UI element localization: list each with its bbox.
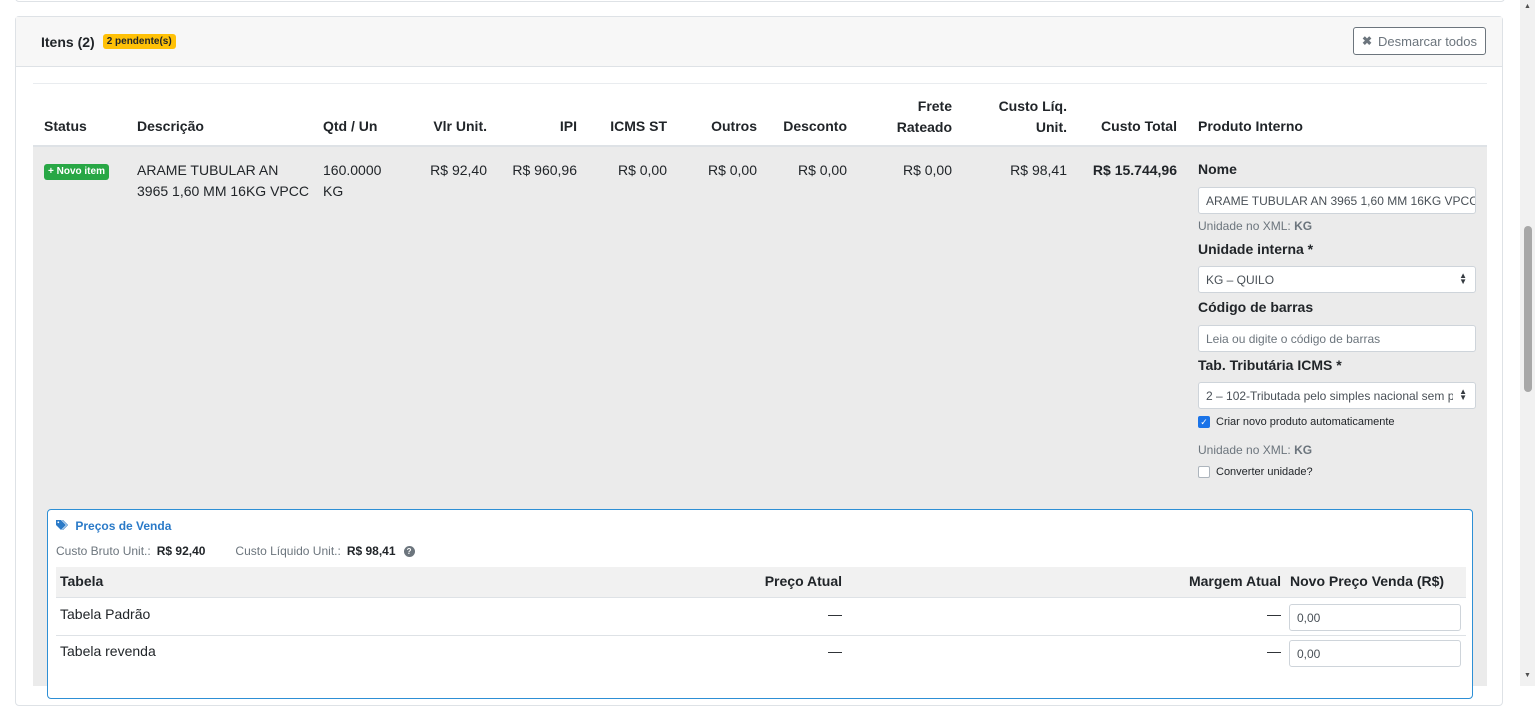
nome-label: Nome <box>1198 161 1237 177</box>
precos-title: Preços de Venda <box>56 519 171 533</box>
table-row: Tabela Padrão — — 0,00 <box>56 599 1466 636</box>
tab-tributaria-value: 2 – 102-Tributada pelo simples nacional … <box>1206 388 1453 403</box>
col-status: Status <box>44 118 87 134</box>
item-qty: 160.0000 <box>323 162 382 178</box>
nome-input[interactable]: ARAME TUBULAR AN 3965 1,60 MM 16KG VPCC <box>1198 187 1476 214</box>
item-outros: R$ 0,00 <box>707 162 757 178</box>
item-description: ARAME TUBULAR AN 3965 1,60 MM 16KG VPCC <box>137 160 309 202</box>
col-frete-line2: Rateado <box>896 119 952 135</box>
items-card-header: Itens (2) 2 pendente(s) ✖ Desmarcar todo… <box>16 17 1502 67</box>
checkbox-box <box>1198 466 1210 478</box>
unmark-all-button[interactable]: ✖ Desmarcar todos <box>1352 27 1486 55</box>
tab-tributaria-label: Tab. Tributária ICMS * <box>1198 357 1342 373</box>
custo-liquido-value: R$ 98,41 <box>346 544 396 558</box>
novo-preco-input[interactable]: 0,00 <box>1289 640 1461 667</box>
col-custo-liq-unit: Custo Líq. Unit. <box>970 96 1067 138</box>
unidade-xml-value: KG <box>1294 219 1313 233</box>
preco-atual: — <box>828 606 842 622</box>
col-outros: Outros <box>711 118 757 134</box>
col-preco-atual: Preço Atual <box>764 573 842 589</box>
item-frete-rateado: R$ 0,00 <box>902 162 952 178</box>
col-desconto: Desconto <box>783 118 847 134</box>
item-unit: KG <box>323 183 344 199</box>
unidade-interna-value: KG – QUILO <box>1206 272 1275 287</box>
section-divider <box>33 83 1487 84</box>
unidade-xml-label-2: Unidade no XML: <box>1198 443 1291 457</box>
unidade-xml-label: Unidade no XML: <box>1198 219 1291 233</box>
converter-label: Converter unidade? <box>1216 466 1313 478</box>
item-desconto: R$ 0,00 <box>797 162 847 178</box>
scroll-down-icon[interactable]: ▼ <box>1524 672 1531 679</box>
tags-icon <box>56 519 71 533</box>
tab-tributaria-select[interactable]: 2 – 102-Tributada pelo simples nacional … <box>1198 382 1476 409</box>
pending-badge: 2 pendente(s) <box>102 34 176 49</box>
tabela-name: Tabela revenda <box>60 643 156 659</box>
unidade-xml-hint: Unidade no XML: KG <box>1198 219 1312 233</box>
col-frete-rateado: Frete Rateado <box>860 96 952 138</box>
precos-table-header: Tabela Preço Atual Margem Atual Novo Pre… <box>56 567 1466 598</box>
col-custo-liq-line1: Custo Líq. <box>998 98 1067 114</box>
col-frete-line1: Frete <box>917 98 952 114</box>
converter-unidade-checkbox[interactable]: Converter unidade? <box>1198 466 1313 478</box>
check-icon: ✓ <box>1198 416 1210 428</box>
col-novo-preco: Novo Preço Venda (R$) <box>1290 573 1445 589</box>
unidade-interna-select[interactable]: KG – QUILO ▲ ▼ <box>1198 266 1476 293</box>
item-custo-total: R$ 15.744,96 <box>1092 162 1177 178</box>
col-descricao: Descrição <box>137 118 204 134</box>
precos-card: Preços de Venda Custo Bruto Unit.: R$ 92… <box>47 509 1473 699</box>
unidade-xml-value-2: KG <box>1294 443 1313 457</box>
unidade-interna-label: Unidade interna * <box>1198 241 1314 257</box>
preco-atual: — <box>828 643 842 659</box>
new-item-badge: + Novo item <box>44 164 109 180</box>
col-icms-st: ICMS ST <box>610 118 667 134</box>
margem-atual: — <box>1267 643 1281 659</box>
item-qty-unit: 160.0000 KG <box>323 160 381 202</box>
item-description-line1: ARAME TUBULAR AN <box>137 162 279 178</box>
col-produto-interno: Produto Interno <box>1198 118 1303 134</box>
scroll-up-icon[interactable]: ▲ <box>1524 3 1531 10</box>
item-ipi: R$ 960,96 <box>512 162 577 178</box>
table-row: Tabela revenda — — 0,00 <box>56 636 1466 673</box>
margem-atual: — <box>1267 606 1281 622</box>
criar-novo-label: Criar novo produto automaticamente <box>1216 416 1395 428</box>
col-qtd-un: Qtd / Un <box>323 118 378 134</box>
codigo-barras-input[interactable]: Leia ou digite o código de barras <box>1198 325 1476 352</box>
custo-bruto-label: Custo Bruto Unit.: <box>56 544 151 558</box>
item-vlr-unit: R$ 92,40 <box>430 162 487 178</box>
novo-preco-input[interactable]: 0,00 <box>1289 604 1461 631</box>
custo-bruto-value: R$ 92,40 <box>156 544 206 558</box>
unmark-all-label: Desmarcar todos <box>1378 33 1477 49</box>
times-icon: ✖ <box>1361 34 1373 48</box>
criar-novo-checkbox[interactable]: ✓ Criar novo produto automaticamente <box>1198 416 1395 428</box>
col-ipi: IPI <box>559 118 577 134</box>
custo-liquido-label: Custo Líquido Unit.: <box>235 544 341 558</box>
codigo-barras-label: Código de barras <box>1198 299 1314 315</box>
question-circle-icon[interactable]: ? <box>403 545 415 557</box>
col-custo-total: Custo Total <box>1101 118 1177 134</box>
select-arrows-icon: ▲ ▼ <box>1459 271 1467 286</box>
custos-summary: Custo Bruto Unit.: R$ 92,40 Custo Líquid… <box>56 544 415 558</box>
scrollbar-thumb[interactable] <box>1524 226 1532 392</box>
previous-card-edge <box>15 0 1505 2</box>
items-title: Itens (2) <box>41 33 95 50</box>
item-icms-st: R$ 0,00 <box>617 162 667 178</box>
col-custo-liq-line2: Unit. <box>1035 119 1067 135</box>
unidade-xml-hint-2: Unidade no XML: KG <box>1198 443 1312 457</box>
page-scrollbar[interactable]: ▲ ▼ <box>1520 0 1535 686</box>
tabela-name: Tabela Padrão <box>60 606 151 622</box>
precos-title-text: Preços de Venda <box>75 519 172 533</box>
col-tabela: Tabela <box>60 573 104 589</box>
select-arrows-icon: ▲ ▼ <box>1459 387 1467 402</box>
item-description-line2: 3965 1,60 MM 16KG VPCC <box>137 183 309 199</box>
col-margem-atual: Margem Atual <box>1188 573 1281 589</box>
item-custo-liq-unit: R$ 98,41 <box>1010 162 1067 178</box>
col-vlr-unit: Vlr Unit. <box>433 118 487 134</box>
